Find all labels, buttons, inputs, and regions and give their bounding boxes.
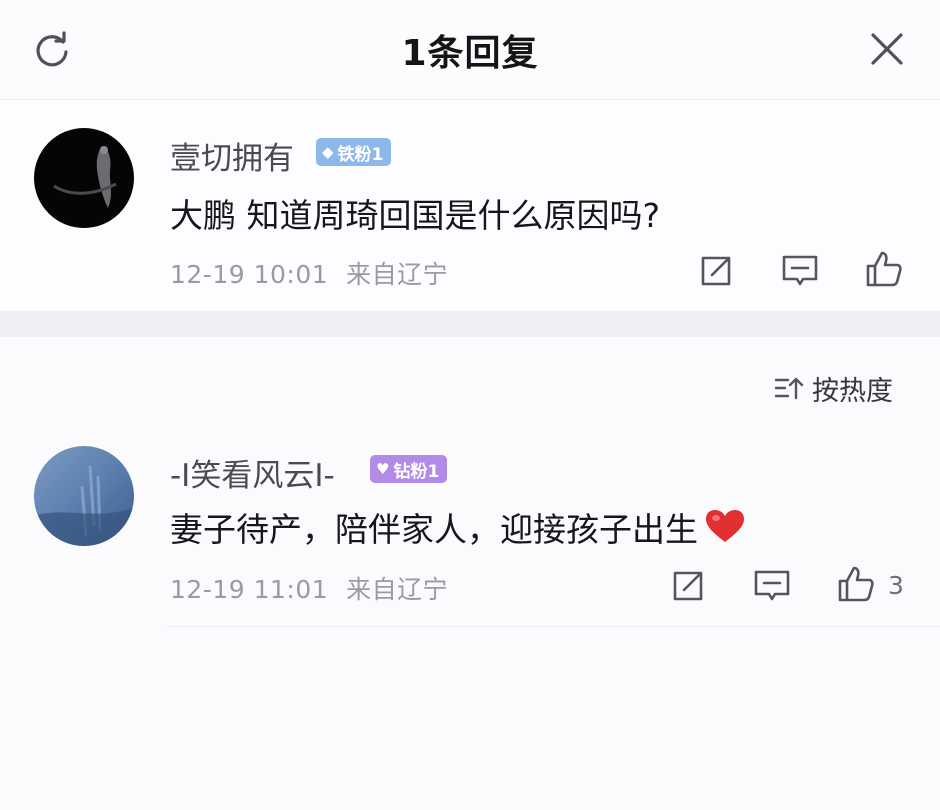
fan-badge-label: 铁粉1 [337, 144, 384, 165]
comment-button[interactable] [781, 254, 819, 292]
comment-text: 妻子待产，陪伴家人，迎接孩子出生 [170, 503, 746, 552]
comment-location: 来自辽宁 [346, 575, 449, 604]
original-comment: 壹切拥有 ◆ 铁粉1 大鹏 知道周琦回国是什么原因吗? 12-19 10:01 来… [0, 101, 940, 311]
reply-divider [166, 626, 940, 627]
diamond-icon: ◆ [322, 143, 334, 161]
thumbs-up-icon [838, 566, 874, 602]
comment-date: 12-19 11:01 [170, 575, 329, 604]
diamond-icon: ♥ [376, 460, 390, 478]
avatar[interactable] [34, 446, 134, 546]
username[interactable]: -I笑看风云I- [170, 450, 335, 495]
comment-meta: 12-19 11:01 来自辽宁 [170, 570, 448, 606]
like-button[interactable] [836, 564, 876, 608]
close-button[interactable] [864, 26, 910, 72]
comment-text-content: 妻子待产，陪伴家人，迎接孩子出生 [170, 510, 698, 549]
page-title: 1条回复 [401, 33, 539, 74]
like-count: 3 [888, 571, 904, 600]
sort-by-heat-button[interactable]: 按热度 [774, 370, 893, 407]
section-divider [0, 311, 940, 337]
fan-badge-label: 钻粉1 [393, 461, 440, 482]
comment-text: 大鹏 知道周琦回国是什么原因吗? [170, 196, 661, 235]
repost-icon [701, 256, 731, 286]
like-button[interactable] [864, 249, 904, 293]
close-icon [871, 33, 903, 65]
sort-label: 按热度 [812, 375, 893, 407]
repost-button[interactable] [670, 568, 706, 608]
comment-date: 12-19 10:01 [170, 260, 329, 289]
comment-location: 来自辽宁 [346, 260, 449, 289]
fan-badge[interactable]: ◆ 铁粉1 [316, 138, 392, 166]
comment-icon [754, 570, 790, 601]
repost-icon [673, 571, 703, 601]
header-bar: 1条回复 [0, 0, 940, 100]
username[interactable]: 壹切拥有 [170, 133, 294, 178]
red-heart-icon [704, 508, 746, 552]
comment-icon [782, 255, 818, 286]
comment-meta: 12-19 10:01 来自辽宁 [170, 255, 448, 291]
replies-section [0, 337, 940, 810]
thumbs-up-icon [866, 251, 902, 287]
comment-button[interactable] [753, 569, 791, 607]
avatar[interactable] [34, 128, 134, 228]
repost-button[interactable] [698, 253, 734, 293]
sort-icon [774, 377, 804, 400]
fan-badge[interactable]: ♥ 钻粉1 [370, 455, 448, 483]
